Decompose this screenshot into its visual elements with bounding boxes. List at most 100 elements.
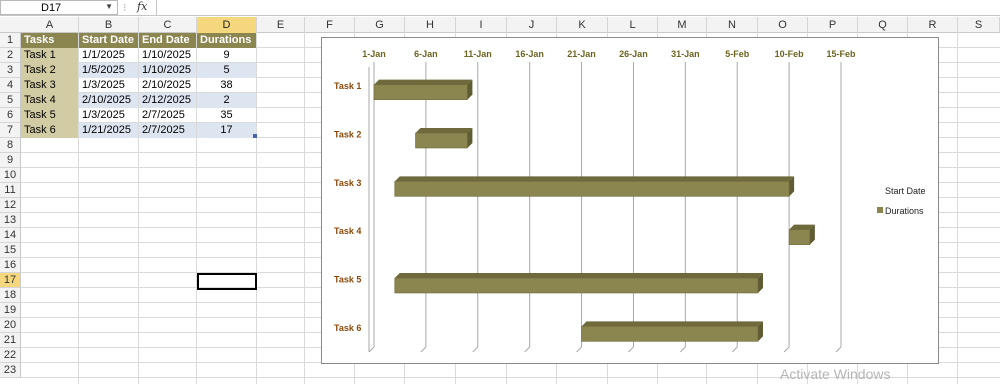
insert-function-button[interactable]: fx: [137, 0, 147, 13]
column-header-a[interactable]: A: [21, 17, 79, 33]
table-cell[interactable]: 1/3/2025: [79, 78, 138, 93]
x-tick-label: 15-Feb: [826, 49, 856, 59]
table-cell[interactable]: 35: [197, 108, 256, 123]
row-header-3[interactable]: 3: [0, 63, 21, 78]
column-header-c[interactable]: C: [139, 17, 197, 33]
column-header-p[interactable]: P: [808, 17, 858, 33]
table-cell[interactable]: 2: [197, 93, 256, 108]
y-category-label: Task 3: [334, 178, 361, 188]
column-header-s[interactable]: S: [958, 17, 1000, 33]
table-cell[interactable]: 1/3/2025: [79, 108, 138, 123]
gantt-bar-top: [394, 273, 763, 278]
formula-bar-separator: ⁝: [123, 2, 127, 14]
row-header-4[interactable]: 4: [0, 78, 21, 93]
row-header-19[interactable]: 19: [0, 303, 21, 318]
row-header-11[interactable]: 11: [0, 183, 21, 198]
table-cell[interactable]: 38: [197, 78, 256, 93]
table-cell[interactable]: 2/7/2025: [139, 108, 196, 123]
row-header-20[interactable]: 20: [0, 318, 21, 333]
task-name-cell[interactable]: Task 4: [21, 93, 78, 108]
row-header-21[interactable]: 21: [0, 333, 21, 348]
row-header-10[interactable]: 10: [0, 168, 21, 183]
column-header-q[interactable]: Q: [858, 17, 908, 33]
column-header-l[interactable]: L: [608, 17, 658, 33]
row-header-18[interactable]: 18: [0, 288, 21, 303]
row-header-1[interactable]: 1: [0, 33, 21, 48]
formula-input[interactable]: [156, 0, 1000, 15]
chevron-down-icon[interactable]: ▼: [105, 2, 113, 11]
table-cell[interactable]: 1/21/2025: [79, 123, 138, 138]
fill-handle[interactable]: [253, 134, 257, 138]
column-header-b[interactable]: B: [79, 17, 139, 33]
column-header-i[interactable]: I: [456, 17, 507, 33]
chart-gridline: [368, 346, 375, 353]
column-header-r[interactable]: R: [908, 17, 958, 33]
row-header-6[interactable]: 6: [0, 108, 21, 123]
row-header-8[interactable]: 8: [0, 138, 21, 153]
column-headers: ABCDEFGHIJKLMNOPQRS: [0, 17, 1000, 33]
active-cell[interactable]: [197, 273, 257, 290]
column-header-g[interactable]: G: [355, 17, 405, 33]
table-cell[interactable]: 2/10/2025: [79, 93, 138, 108]
chart-gridline: [783, 346, 790, 353]
row-header-16[interactable]: 16: [0, 258, 21, 273]
column-header-k[interactable]: K: [557, 17, 608, 33]
table-cell[interactable]: 2/12/2025: [139, 93, 196, 108]
task-name-cell[interactable]: Task 2: [21, 63, 78, 78]
gantt-bar: [581, 326, 759, 342]
row-header-2[interactable]: 2: [0, 48, 21, 63]
task-name-cell[interactable]: Task 1: [21, 48, 78, 63]
x-tick-label: 6-Jan: [414, 49, 438, 59]
task-name-cell[interactable]: Task 3: [21, 78, 78, 93]
task-name-cell[interactable]: Task 5: [21, 108, 78, 123]
row-header-15[interactable]: 15: [0, 243, 21, 258]
y-category-label: Task 1: [334, 81, 361, 91]
activation-watermark: Activate Windows: [780, 366, 891, 382]
table-header-cell[interactable]: End Date: [139, 33, 196, 48]
column-header-d[interactable]: D: [197, 17, 257, 33]
table-cell[interactable]: 1/1/2025: [79, 48, 138, 63]
x-tick-label: 10-Feb: [775, 49, 805, 59]
table-cell[interactable]: 5: [197, 63, 256, 78]
column-header-f[interactable]: F: [305, 17, 355, 33]
x-tick-label: 26-Jan: [619, 49, 648, 59]
column-header-o[interactable]: O: [758, 17, 808, 33]
x-tick-label: 21-Jan: [567, 49, 596, 59]
formula-bar: D17 ▼ ⁝ fx: [0, 0, 1000, 16]
row-header-12[interactable]: 12: [0, 198, 21, 213]
table-header-cell[interactable]: Tasks: [21, 33, 78, 48]
task-name-cell[interactable]: Task 6: [21, 123, 78, 138]
row-header-13[interactable]: 13: [0, 213, 21, 228]
row-header-22[interactable]: 22: [0, 348, 21, 363]
row-header-17[interactable]: 17: [0, 273, 21, 288]
table-cell[interactable]: 1/5/2025: [79, 63, 138, 78]
table-cell[interactable]: 1/10/2025: [139, 48, 196, 63]
row-header-9[interactable]: 9: [0, 153, 21, 168]
gantt-chart[interactable]: 1-Jan 6-Jan 11-Jan 16-Jan 21-Jan 26-Jan 31-Jan…: [321, 37, 939, 364]
column-header-j[interactable]: J: [507, 17, 557, 33]
chart-gridline: [576, 346, 582, 353]
column-header-m[interactable]: M: [658, 17, 707, 33]
name-box[interactable]: D17 ▼: [0, 0, 118, 15]
table-cell[interactable]: 2/7/2025: [139, 123, 196, 138]
legend-durations: Durations: [885, 206, 924, 216]
table-cell[interactable]: 1/10/2025: [139, 63, 196, 78]
table-header-cell[interactable]: Start Date: [79, 33, 138, 48]
x-tick-label: 1-Jan: [362, 49, 386, 59]
table-cell[interactable]: 17: [197, 123, 256, 138]
table-cell[interactable]: 9: [197, 48, 256, 63]
table-cell[interactable]: 2/10/2025: [139, 78, 196, 93]
y-category-label: Task 2: [334, 130, 361, 140]
table-header-cell[interactable]: Durations: [197, 33, 256, 48]
column-header-h[interactable]: H: [405, 17, 456, 33]
row-header-23[interactable]: 23: [0, 363, 21, 378]
excel-window: D17 ▼ ⁝ fx ABCDEFGHIJKLMNOPQRS 123456789…: [0, 0, 1000, 384]
legend-swatch: [877, 207, 883, 213]
chart-gridline: [628, 346, 634, 353]
chart-gridline: [679, 346, 686, 353]
row-header-7[interactable]: 7: [0, 123, 21, 138]
column-header-n[interactable]: N: [707, 17, 758, 33]
row-header-5[interactable]: 5: [0, 93, 21, 108]
row-header-14[interactable]: 14: [0, 228, 21, 243]
column-header-e[interactable]: E: [257, 17, 305, 33]
